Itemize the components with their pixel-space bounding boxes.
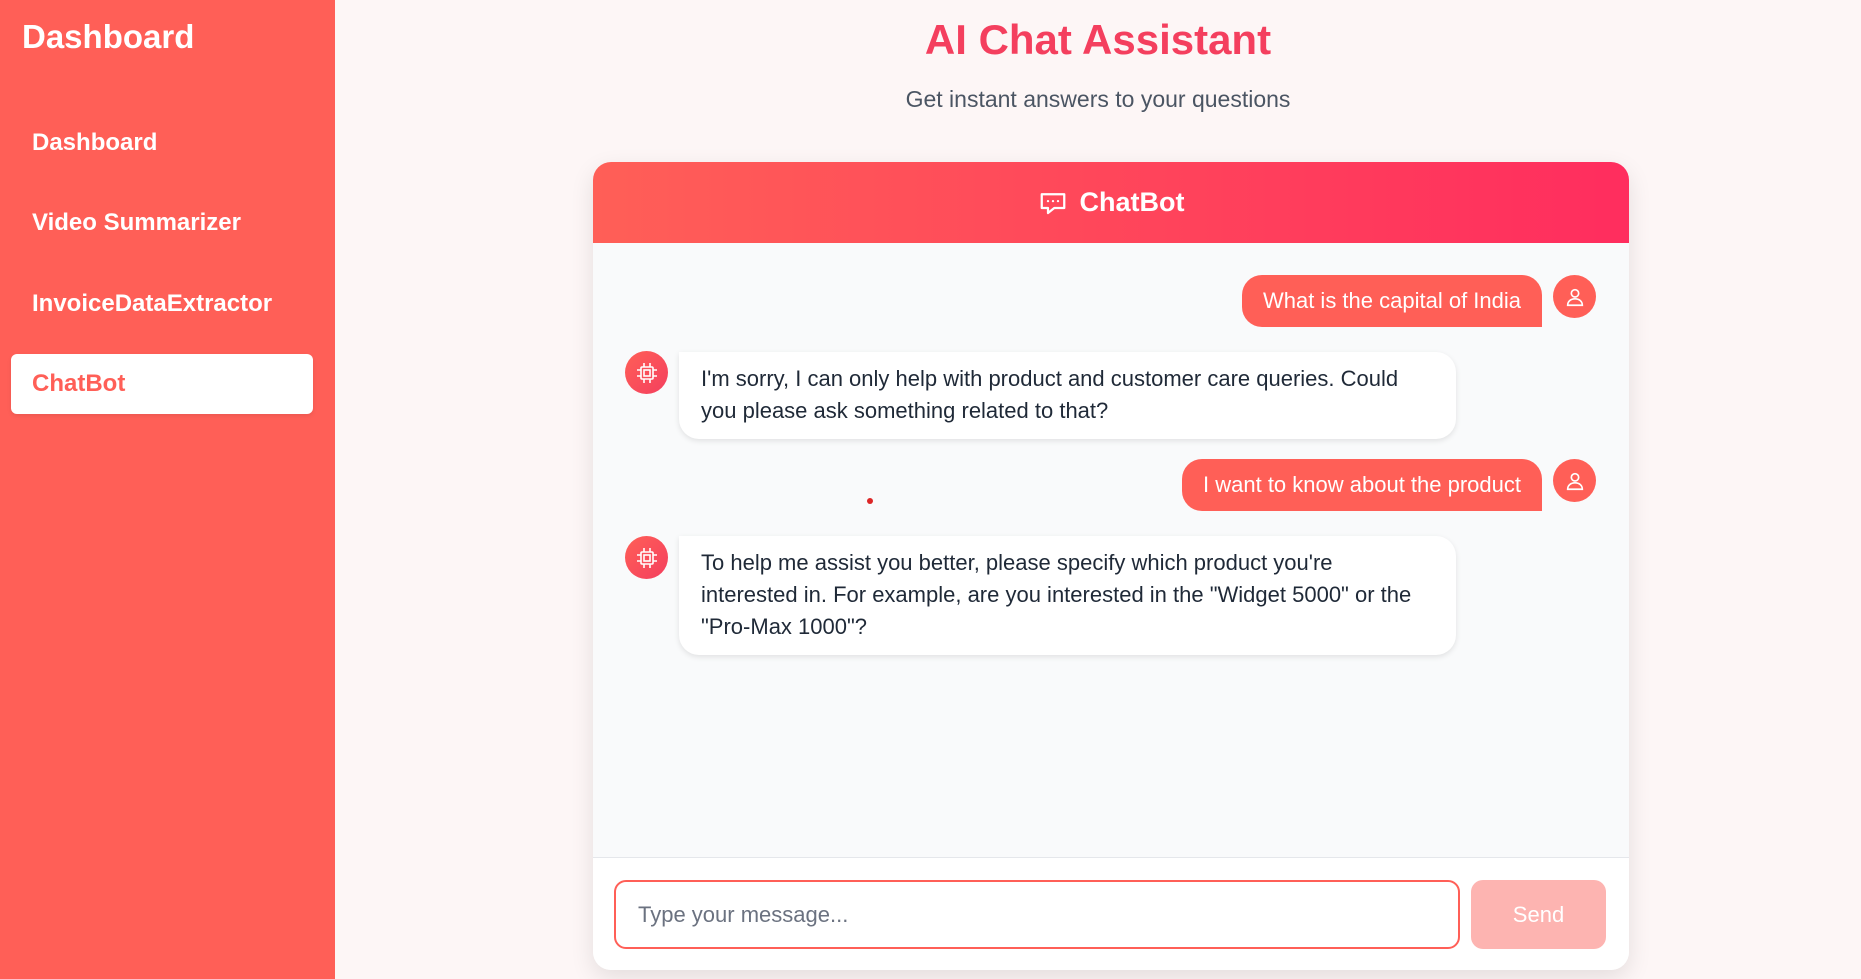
user-icon: [1564, 470, 1586, 492]
send-button[interactable]: Send: [1471, 880, 1606, 949]
sidebar: Dashboard Dashboard Video Summarizer Inv…: [0, 0, 335, 979]
page-title: AI Chat Assistant: [924, 16, 1272, 63]
chip-icon: [635, 361, 659, 385]
page-subtitle: Get instant answers to your questions: [905, 86, 1291, 112]
message-input[interactable]: [614, 880, 1460, 949]
bot-avatar: [625, 536, 668, 579]
user-avatar: [1553, 459, 1596, 502]
cursor-dot: [867, 498, 873, 504]
chat-input-area: Send: [593, 857, 1629, 970]
chat-title: ChatBot: [1079, 187, 1185, 217]
chat-header: ChatBot: [593, 162, 1629, 243]
sidebar-item-chatbot[interactable]: ChatBot: [11, 354, 313, 414]
bot-avatar: [625, 351, 668, 394]
user-avatar: [1553, 275, 1596, 318]
bot-message: I'm sorry, I can only help with product …: [679, 352, 1456, 439]
user-message: What is the capital of India: [1241, 275, 1542, 327]
user-message: I want to know about the product: [1182, 459, 1542, 511]
chat-window: ChatBot What is the capital of India I'm…: [593, 162, 1629, 970]
chat-bubble-icon: [1038, 188, 1068, 218]
sidebar-item-dashboard[interactable]: Dashboard: [11, 113, 313, 173]
chip-icon: [635, 546, 659, 570]
user-icon: [1564, 286, 1586, 308]
bot-message: To help me assist you better, please spe…: [679, 536, 1456, 655]
sidebar-item-invoice-data-extractor[interactable]: InvoiceDataExtractor: [11, 274, 313, 334]
sidebar-item-video-summarizer[interactable]: Video Summarizer: [11, 193, 313, 253]
sidebar-title: Dashboard: [22, 18, 195, 55]
